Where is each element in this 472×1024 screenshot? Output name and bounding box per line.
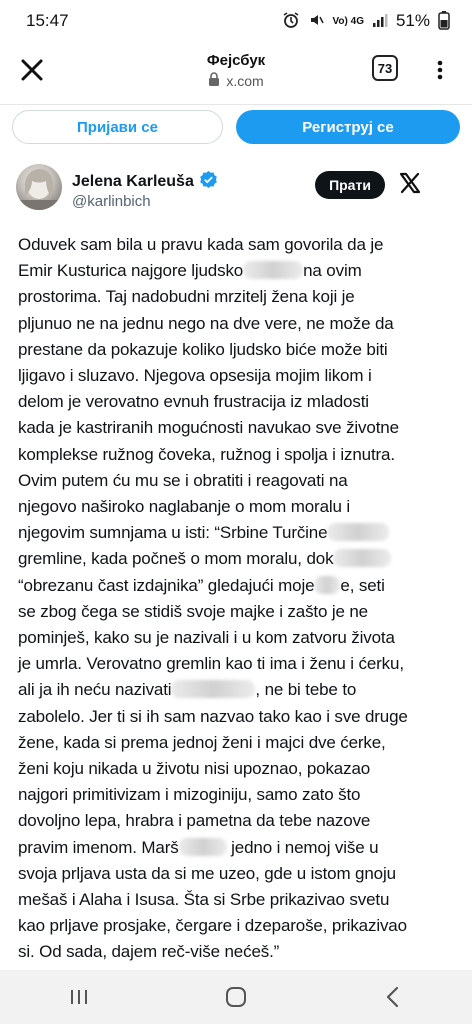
tweet-line: najgori primitivizam i mizoginiju, samo …	[18, 785, 361, 805]
tweet-line: gremline, kada počneš o mom moralu, dok	[18, 549, 334, 569]
domain-row: x.com	[0, 72, 472, 89]
tab-count-button[interactable]: 73	[372, 55, 398, 81]
x-logo-icon[interactable]	[398, 171, 422, 195]
system-nav-bar	[0, 970, 472, 1024]
tweet-line: Oduvek sam bila u pravu kada sam govoril…	[18, 235, 384, 254]
tweet-line: Ovim putem ću mu se i obratiti i reagova…	[18, 470, 348, 490]
tweet-line: jedno i nemoj više u	[231, 837, 379, 857]
signup-button[interactable]: Региструј се	[236, 110, 460, 144]
tweet-line: dovoljno lepa, hrabra i pametna da tebe …	[18, 811, 371, 831]
tweet-line: si. Od sada, dajem reč-više nećeš.”	[18, 942, 280, 962]
tweet-line: “obrezanu čast izdajnika” gledajući moje	[18, 575, 315, 595]
tweet-line: kada je kastriranih mogućnosti navukao s…	[18, 418, 399, 438]
recent-apps-icon[interactable]	[59, 982, 99, 1012]
battery-percent: 51%	[395, 11, 430, 30]
signal-icon	[372, 12, 388, 31]
status-bar: 15:47 Vo) 4G 51%	[0, 0, 472, 42]
avatar[interactable]	[16, 164, 62, 210]
lock-icon	[208, 72, 220, 89]
home-icon[interactable]	[216, 982, 256, 1012]
status-icons: Vo) 4G 51%	[282, 10, 450, 33]
tweet-line: e, seti	[340, 575, 385, 595]
tweet-line: pravim imenom. Marš	[18, 837, 179, 857]
back-icon[interactable]	[373, 982, 413, 1012]
page-title: Фејсбук	[206, 52, 266, 69]
tweet-line: svoja prljava usta da si me uzeo, gde u …	[18, 863, 396, 883]
tweet-line: njegovim sumnjama u isti: “Srbine Turčin…	[18, 523, 328, 543]
tweet-line: pominješ, kako su je nazivali i u kom za…	[18, 628, 395, 648]
verified-badge-icon	[199, 170, 218, 194]
login-button[interactable]: Пријави се	[12, 110, 223, 144]
tweet-line: njegovo naširoko naglabanje o mom moralu…	[18, 497, 351, 517]
app-bar-divider	[0, 104, 472, 105]
tweet-line: prostorima. Taj nadobudni mrzitelj žena …	[18, 287, 355, 307]
page-title-block: Фејсбук x.com	[0, 52, 472, 89]
tweet-line: kao prljave prosjake, čergare i dzeparoš…	[18, 916, 407, 936]
alarm-icon	[282, 11, 300, 32]
follow-button[interactable]: Прати	[315, 171, 385, 199]
mute-icon	[308, 12, 325, 31]
battery-icon	[438, 10, 450, 33]
tweet-line: ali ja ih neću nazivati	[18, 680, 172, 700]
tweet-line: prestane da pokazuje koliko ljudsko biće…	[18, 339, 388, 359]
more-options-icon[interactable]	[432, 56, 448, 84]
redaction-blur	[314, 575, 341, 594]
tweet-line: zabolelo. Jer ti si ih sam nazvao tako k…	[18, 706, 408, 726]
redaction-blur	[171, 680, 256, 699]
redaction-blur	[327, 523, 390, 542]
tweet-line: mešaš i Alaha i Isusa. Šta si Srbe prika…	[18, 890, 390, 910]
redaction-blur	[243, 261, 304, 280]
author-name[interactable]: Jelena Karleuša	[72, 173, 194, 191]
tweet-line: Emir Kusturica najgore ljudsko	[18, 261, 244, 281]
tweet-line: delom je verovatno evnuh frustracija iz …	[18, 392, 369, 412]
tweet-text: Oduvek sam bila u pravu kada sam govoril…	[18, 232, 462, 966]
tweet-line: pljunuo ne na jednu nego na dve vere, ne…	[18, 313, 394, 333]
tweet-line: se zbog čega se stidiš svoje majke i zaš…	[18, 601, 368, 621]
tweet-line: , ne bi tebe to	[255, 680, 357, 700]
tweet-line: je umrla. Verovatno gremlin kao ti ima i…	[18, 654, 404, 674]
status-time: 15:47	[26, 11, 69, 30]
author-name-row[interactable]: Jelena Karleuša	[72, 170, 218, 194]
tweet-line: ženi koju nikada u životu nisi upoznao, …	[18, 759, 371, 779]
redaction-blur	[178, 837, 227, 856]
tweet-line: ljigavo i sluzavo. Njegova opsesija moji…	[18, 366, 372, 386]
author-handle[interactable]: @karlinbich	[72, 193, 151, 210]
tweet-line: na ovim	[303, 261, 362, 281]
browser-app-bar: Фејсбук x.com 73	[0, 42, 472, 104]
domain-text: x.com	[226, 72, 264, 89]
network-label: Vo) 4G	[332, 15, 364, 27]
tweet-line: komplekse ružnog čoveka, ružnog i spolja…	[18, 444, 395, 464]
redaction-blur	[333, 549, 392, 568]
tweet-line: žene, kada si prema jednoj ženi i majci …	[18, 732, 386, 752]
